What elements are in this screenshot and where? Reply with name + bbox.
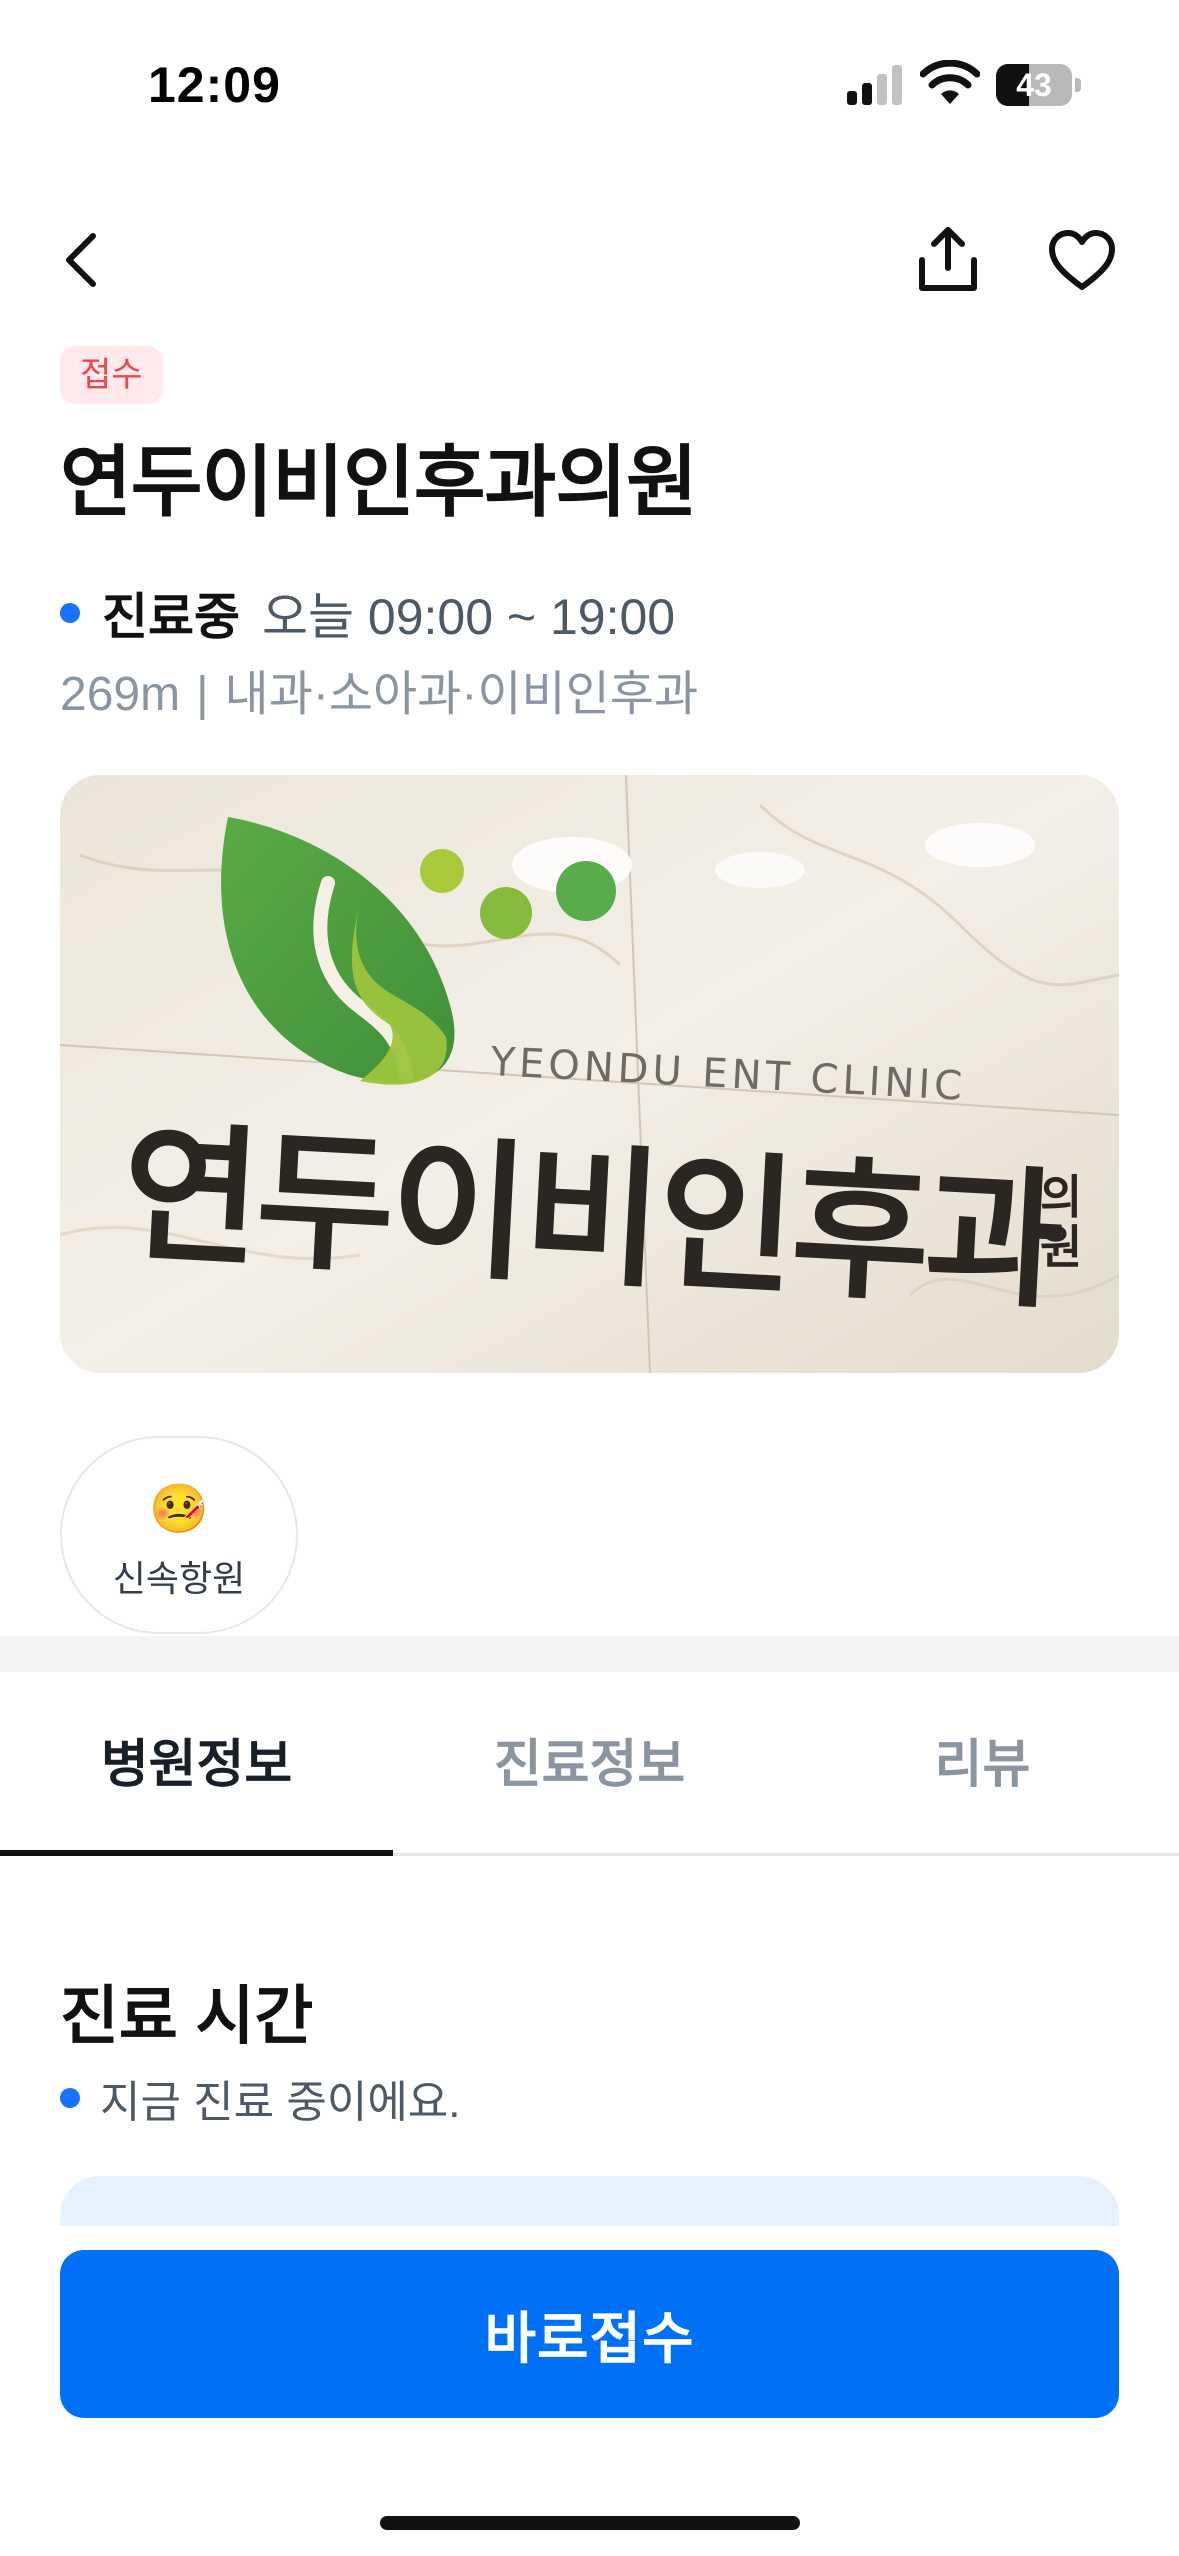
share-icon: [919, 227, 977, 291]
hours-status-text: 지금 진료 중이에요.: [100, 2078, 461, 2127]
home-indicator: [380, 2516, 800, 2530]
wifi-icon: [920, 60, 980, 104]
tag-chip-rapid-antigen[interactable]: 🤒 신속항원: [60, 1436, 298, 1634]
open-status-row: 진료중 오늘 09:00 ~ 19:00: [60, 578, 675, 648]
departments: 내과·소아과·이비인후과: [224, 668, 699, 721]
sick-face-icon: 🤒: [149, 1483, 209, 1536]
cellular-signal-icon: [847, 65, 902, 105]
distance: 269m: [60, 668, 181, 721]
battery-level: 43: [1016, 67, 1052, 103]
section-divider: [0, 1636, 1179, 1672]
hours-status-dot: [60, 2088, 80, 2108]
tab-bar: 병원정보 진료정보 리뷰: [0, 1672, 1179, 1856]
sign-small-1: 의: [1040, 1170, 1082, 1224]
battery-indicator: 43: [996, 64, 1082, 106]
status-time: 12:09: [148, 57, 281, 113]
clinic-name: 연두이비인후과의원: [60, 438, 698, 526]
clinic-meta: 269m | 내과·소아과·이비인후과: [60, 662, 698, 728]
favorite-button[interactable]: [1044, 222, 1120, 298]
tab-hospital-info[interactable]: 병원정보: [0, 1672, 393, 1856]
heart-icon: [1049, 230, 1115, 290]
meta-separator: |: [196, 668, 209, 721]
open-hours: 오늘 09:00 ~ 19:00: [262, 589, 676, 645]
clinic-photo[interactable]: YEONDU ENT CLINIC 연두이비인후과 의 원: [60, 775, 1119, 1373]
hours-title: 진료 시간: [60, 1980, 314, 2052]
quick-reception-button[interactable]: 바로접수: [60, 2250, 1119, 2418]
share-button[interactable]: [910, 216, 986, 302]
tab-treatment-info[interactable]: 진료정보: [393, 1672, 786, 1853]
open-status-label: 진료중: [102, 589, 240, 645]
tag-chip-label: 신속항원: [112, 1558, 246, 1599]
tab-reviews[interactable]: 리뷰: [786, 1672, 1179, 1853]
hours-status: 지금 진료 중이에요.: [60, 2068, 461, 2128]
status-badge: 접수: [60, 346, 163, 404]
sign-small-2: 원: [1040, 1220, 1082, 1274]
chevron-left-icon: [66, 233, 96, 287]
open-status-dot: [60, 603, 80, 623]
back-button[interactable]: [46, 222, 116, 298]
